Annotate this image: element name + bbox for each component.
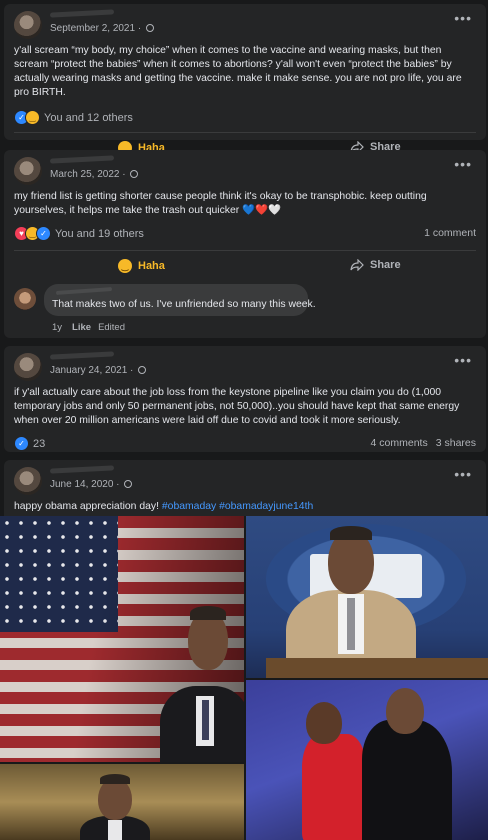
haha-icon: ‿ [118,259,132,273]
post-card: June 14, 2020 · ••• happy obama apprecia… [4,460,486,516]
post-stats: ♥ ‿ ✓ You and 19 others 1 comment [4,220,486,246]
redacted-name [49,465,115,474]
globe-icon [145,24,154,32]
like-icon: ✓ [14,436,29,451]
redacted-name [49,9,115,18]
globe-icon [130,170,139,178]
avatar[interactable] [14,467,42,495]
comment: That makes two of us. I've unfriended so… [4,282,486,340]
comments-count[interactable]: 4 comments [371,437,428,449]
reactions-count[interactable]: You and 12 others [44,112,133,124]
photo-dance[interactable] [246,680,488,840]
comment-text: That makes two of us. I've unfriended so… [52,299,316,310]
more-icon[interactable]: ••• [454,157,472,171]
photo-grid[interactable] [0,516,488,840]
post-engagement: 4 comments 3 shares [371,437,476,449]
photo-portrait[interactable] [0,764,244,840]
comments-count[interactable]: 1 comment [424,227,476,239]
redacted-name [49,351,115,360]
podium [266,658,488,678]
post-date-text[interactable]: June 14, 2020 · [50,479,120,490]
post-text: if y'all actually care about the job los… [14,387,460,426]
photo-subject [306,702,342,744]
post-date[interactable]: January 24, 2021 · [50,365,147,376]
share-icon [350,259,364,271]
comment-bubble: That makes two of us. I've unfriended so… [44,284,316,316]
more-icon[interactable]: ••• [454,11,472,25]
shares-count[interactable]: 3 shares [436,437,476,449]
comment-edited[interactable]: Edited [98,322,125,333]
post-text: happy obama appreciation day! #obamaday … [4,500,486,514]
reactions-count[interactable]: You and 19 others [55,228,144,240]
comment-like-button[interactable]: Like [72,322,91,333]
avatar[interactable] [14,353,42,381]
post-text: my friend list is getting shorter cause … [14,191,427,216]
post-date-text[interactable]: January 24, 2021 · [50,365,133,376]
post-text: y'all scream “my body, my choice” when i… [14,45,462,98]
post-date[interactable]: June 14, 2020 · [50,479,133,490]
haha-label: Haha [138,260,165,272]
post-actions: ‿ Haha Share [14,250,476,282]
post-stats: ✓ ‿ You and 12 others [4,104,486,130]
haha-button[interactable]: ‿ Haha [118,259,165,273]
post-text-body: happy obama appreciation day! [14,501,162,512]
post-stats: ✓ 23 4 comments 3 shares [4,430,486,456]
commenter-avatar[interactable] [14,288,36,310]
post-header: June 14, 2020 · ••• [4,460,486,500]
comment-time[interactable]: 1y [52,322,62,333]
post-card: March 25, 2022 · ••• my friend list is g… [4,150,486,338]
post-header: March 25, 2022 · ••• [4,150,486,190]
post-header: September 2, 2021 · ••• [4,4,486,44]
redacted-name [49,155,115,164]
photo-podium[interactable] [246,516,488,678]
avatar[interactable] [14,11,42,39]
reactions[interactable]: ✓ ‿ You and 12 others [14,110,133,125]
post-date-text[interactable]: September 2, 2021 · [50,23,141,34]
tuxedo [362,720,452,840]
share-label: Share [370,259,401,271]
post-date[interactable]: March 25, 2022 · [50,169,139,180]
like-icon: ✓ [36,226,51,241]
photo-flag[interactable] [0,516,244,762]
avatar[interactable] [14,157,42,185]
post-date-text[interactable]: March 25, 2022 · [50,169,126,180]
more-icon[interactable]: ••• [454,467,472,481]
globe-icon [138,366,147,374]
more-icon[interactable]: ••• [454,353,472,367]
reactions[interactable]: ✓ 23 [14,436,45,451]
post-card: January 24, 2021 · ••• if y'all actually… [4,346,486,452]
globe-icon [124,480,133,488]
reactions-count[interactable]: 23 [33,438,45,450]
comment-meta: 1y Like Edited [52,322,125,333]
photo-subject [386,688,424,734]
red-dress [302,734,366,840]
redacted-name [55,287,113,295]
haha-icon: ‿ [25,110,40,125]
post-card: September 2, 2021 · ••• y'all scream “my… [4,4,486,155]
post-date[interactable]: September 2, 2021 · [50,23,154,34]
share-button[interactable]: Share [350,259,401,271]
hashtags[interactable]: #obamaday #obamadayjune14th [162,501,313,512]
reactions[interactable]: ♥ ‿ ✓ You and 19 others [14,226,144,241]
post-header: January 24, 2021 · ••• [4,346,486,386]
